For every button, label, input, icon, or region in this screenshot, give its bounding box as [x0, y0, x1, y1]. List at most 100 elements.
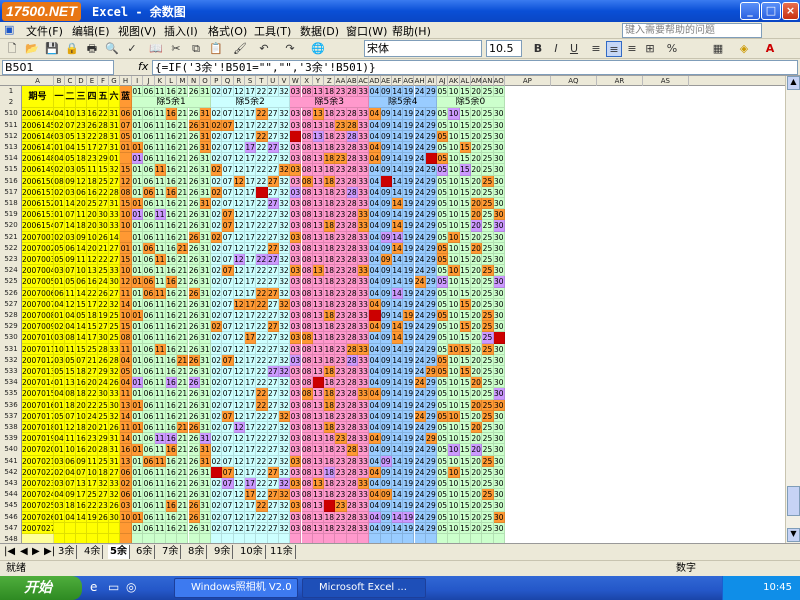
- group-cell[interactable]: 16: [165, 310, 178, 322]
- group-cell[interactable]: 24: [414, 164, 426, 176]
- currency-icon[interactable]: %: [664, 41, 680, 57]
- group-cell[interactable]: 31: [199, 220, 212, 232]
- number-cell[interactable]: 08: [54, 175, 65, 187]
- number-cell[interactable]: 07: [120, 119, 132, 131]
- period-cell[interactable]: 2006149: [22, 164, 54, 176]
- group-cell[interactable]: 23: [335, 410, 347, 422]
- group-cell[interactable]: 05: [437, 130, 449, 142]
- underline-button[interactable]: U: [566, 41, 582, 57]
- fill-color-icon[interactable]: ◈: [736, 41, 752, 57]
- number-cell[interactable]: 07: [54, 220, 65, 232]
- group-cell[interactable]: 11: [154, 366, 166, 378]
- column-header[interactable]: AA: [335, 76, 347, 86]
- number-cell[interactable]: 16: [87, 108, 98, 120]
- group-cell[interactable]: 32: [278, 422, 291, 434]
- group-cell[interactable]: 03: [290, 186, 302, 198]
- group-cell[interactable]: 07: [222, 489, 234, 501]
- group-cell[interactable]: [154, 534, 166, 543]
- group-cell[interactable]: 30: [493, 511, 505, 523]
- number-cell[interactable]: 15: [120, 164, 132, 176]
- group-cell[interactable]: 28: [346, 287, 358, 299]
- number-cell[interactable]: 16: [76, 377, 87, 389]
- group-number-cell[interactable]: 14: [391, 86, 404, 98]
- group-cell[interactable]: 28: [346, 298, 358, 310]
- group-cell[interactable]: 20: [471, 489, 483, 501]
- group-cell[interactable]: 31: [199, 265, 212, 277]
- group-cell[interactable]: 12: [233, 209, 245, 221]
- number-cell[interactable]: 16: [87, 276, 98, 288]
- group-cell[interactable]: 09: [380, 321, 392, 333]
- group-cell[interactable]: 28: [346, 410, 358, 422]
- number-cell[interactable]: 11: [76, 254, 87, 266]
- group-cell[interactable]: 16: [165, 231, 178, 243]
- number-cell[interactable]: 27: [98, 198, 109, 210]
- group-cell[interactable]: 09: [380, 265, 392, 277]
- group-cell[interactable]: 33: [358, 410, 370, 422]
- number-cell[interactable]: 02: [54, 321, 65, 333]
- group-cell[interactable]: 28: [346, 220, 358, 232]
- group-cell[interactable]: 08: [301, 119, 313, 131]
- number-cell[interactable]: 05: [65, 153, 76, 165]
- number-cell[interactable]: 12: [76, 175, 87, 187]
- number-cell[interactable]: 08: [120, 186, 132, 198]
- group-cell[interactable]: 05: [437, 231, 449, 243]
- period-cell[interactable]: 2007007: [22, 298, 54, 310]
- group-cell[interactable]: 29: [425, 511, 438, 523]
- group-cell[interactable]: [335, 534, 347, 543]
- group-cell[interactable]: 22: [256, 198, 268, 210]
- group-cell[interactable]: 01: [132, 119, 144, 131]
- group-cell[interactable]: [177, 534, 189, 543]
- group-cell[interactable]: 15: [459, 466, 471, 478]
- number-cell[interactable]: 04: [54, 388, 65, 400]
- group-cell[interactable]: 05: [437, 108, 449, 120]
- group-cell[interactable]: 26: [188, 164, 200, 176]
- group-cell[interactable]: 10: [448, 354, 460, 366]
- number-cell[interactable]: 23: [76, 119, 87, 131]
- number-cell[interactable]: 16: [76, 500, 87, 512]
- number-cell[interactable]: 10: [87, 466, 98, 478]
- group-cell[interactable]: 23: [335, 321, 347, 333]
- group-cell[interactable]: 16: [165, 276, 178, 288]
- group-label[interactable]: 除5余3: [290, 97, 370, 109]
- column-header[interactable]: AH: [415, 76, 426, 86]
- group-cell[interactable]: 24: [414, 130, 426, 142]
- group-cell[interactable]: 03: [290, 142, 302, 154]
- group-cell[interactable]: 01: [132, 175, 144, 187]
- group-cell[interactable]: 30: [493, 500, 505, 512]
- undo-icon[interactable]: ↶: [256, 41, 272, 57]
- group-cell[interactable]: 05: [437, 142, 449, 154]
- group-cell[interactable]: 10: [448, 511, 460, 523]
- group-cell[interactable]: 04: [369, 354, 381, 366]
- group-cell[interactable]: 14: [391, 377, 404, 389]
- number-cell[interactable]: 13: [76, 478, 87, 490]
- group-cell[interactable]: 21: [177, 522, 189, 534]
- number-cell[interactable]: 11: [87, 164, 98, 176]
- group-cell[interactable]: 18: [324, 466, 336, 478]
- group-cell[interactable]: 16: [165, 153, 178, 165]
- group-cell[interactable]: 33: [358, 242, 370, 254]
- group-cell[interactable]: 20: [471, 119, 483, 131]
- group-number-cell[interactable]: 13: [312, 86, 325, 98]
- group-cell[interactable]: 15: [459, 321, 471, 333]
- group-cell[interactable]: 12: [233, 422, 245, 434]
- group-cell[interactable]: 18: [324, 298, 336, 310]
- group-cell[interactable]: 17: [245, 130, 257, 142]
- number-cell[interactable]: 05: [65, 354, 76, 366]
- number-cell[interactable]: 17: [87, 142, 98, 154]
- group-cell[interactable]: 17: [245, 522, 257, 534]
- group-cell[interactable]: 15: [459, 310, 471, 322]
- group-cell[interactable]: 29: [425, 231, 438, 243]
- group-cell[interactable]: 07: [222, 254, 234, 266]
- group-cell[interactable]: 15: [459, 410, 471, 422]
- group-cell[interactable]: 13: [312, 198, 325, 210]
- group-cell[interactable]: 12: [233, 489, 245, 501]
- group-cell[interactable]: 28: [346, 466, 358, 478]
- group-cell[interactable]: 09: [380, 433, 392, 445]
- number-cell[interactable]: 30: [98, 332, 109, 344]
- group-cell[interactable]: 30: [493, 422, 505, 434]
- group-cell[interactable]: 16: [165, 130, 178, 142]
- group-cell[interactable]: 14: [391, 500, 404, 512]
- number-cell[interactable]: 12: [87, 254, 98, 266]
- number-cell[interactable]: 13: [65, 377, 76, 389]
- group-cell[interactable]: 04: [369, 366, 381, 378]
